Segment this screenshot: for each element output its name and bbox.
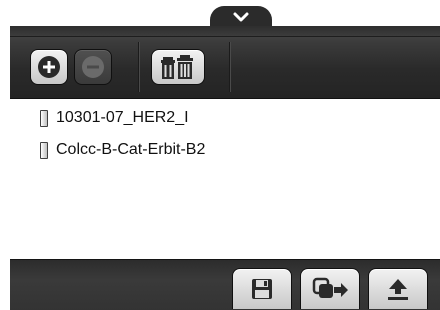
collapse-tab[interactable] <box>210 6 272 28</box>
save-button[interactable] <box>232 268 292 309</box>
chevron-down-icon <box>233 12 249 22</box>
copy-export-button[interactable] <box>300 268 360 309</box>
remove-button[interactable] <box>74 49 112 85</box>
add-remove-group <box>10 42 139 92</box>
file-list: 10301-07_HER2_I Colcc-B-Cat-Erbit-B2 <box>10 99 440 259</box>
copy-arrow-icon <box>312 277 348 298</box>
plus-circle-icon <box>38 56 60 78</box>
toolbar-top-band <box>10 26 440 37</box>
add-button[interactable] <box>30 49 68 85</box>
list-item[interactable]: Colcc-B-Cat-Erbit-B2 <box>40 139 205 161</box>
list-item-label: 10301-07_HER2_I <box>56 109 189 126</box>
delete-all-button[interactable] <box>151 49 205 85</box>
file-list-panel: 10301-07_HER2_I Colcc-B-Cat-Erbit-B2 <box>10 26 440 310</box>
toolbar <box>10 26 440 99</box>
bottom-toolbar <box>10 259 440 310</box>
top-strip <box>0 0 440 28</box>
minus-circle-icon <box>82 56 104 78</box>
list-item[interactable]: 10301-07_HER2_I <box>40 107 189 129</box>
file-marker-icon <box>40 109 48 127</box>
delete-group <box>139 42 230 92</box>
file-marker-icon <box>40 141 48 159</box>
upload-button[interactable] <box>368 268 428 309</box>
upload-arrow-icon <box>388 279 408 300</box>
floppy-disk-icon <box>252 279 272 299</box>
trash-cans-icon <box>161 55 193 79</box>
list-item-label: Colcc-B-Cat-Erbit-B2 <box>56 141 206 158</box>
